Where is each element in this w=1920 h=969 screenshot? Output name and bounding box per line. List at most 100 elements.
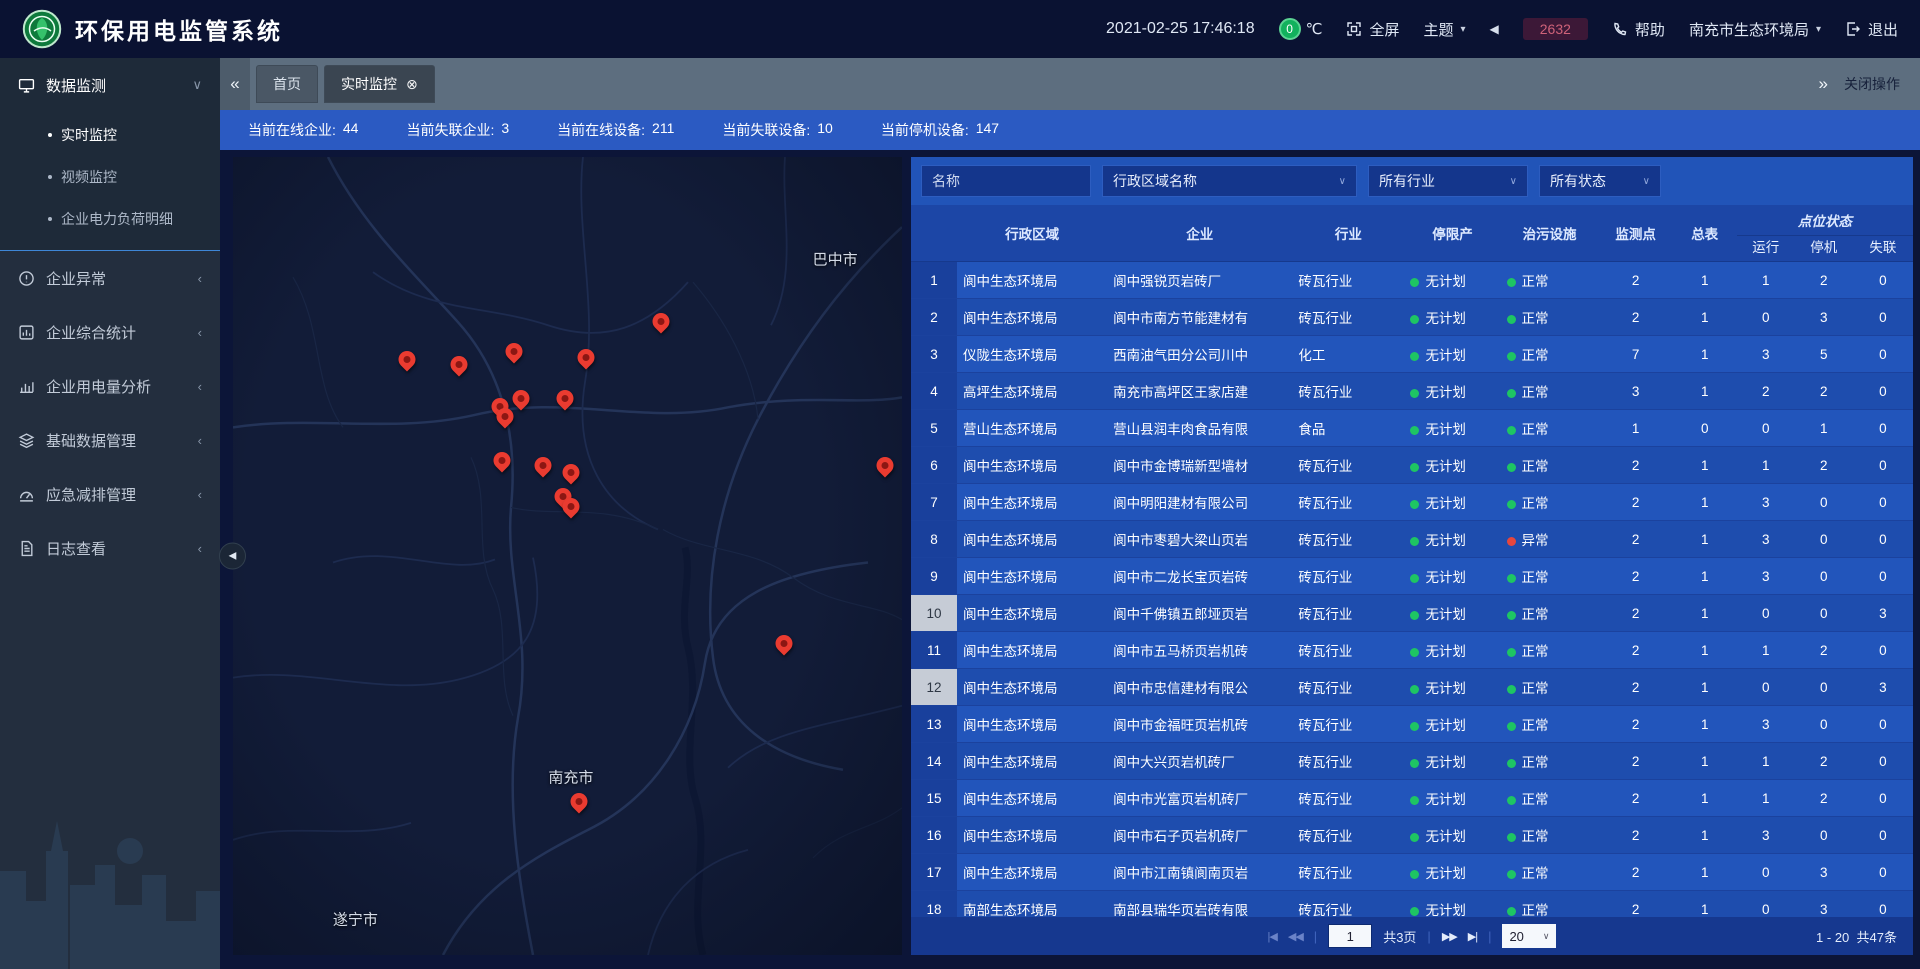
row-facility-status: 正常 [1501,262,1599,299]
row-lost: 0 [1853,558,1913,595]
region-select[interactable]: 行政区域名称∨ [1102,165,1357,197]
table-row[interactable]: 8阆中生态环境局阆中市枣碧大梁山页岩砖瓦行业无计划异常21300 [911,521,1913,558]
page-input[interactable] [1328,924,1372,948]
status-dot [1507,315,1516,324]
table-row[interactable]: 10阆中生态环境局阆中千佛镇五郎垭页岩砖瓦行业无计划正常21003 [911,595,1913,632]
row-industry: 砖瓦行业 [1292,706,1404,743]
fullscreen-button[interactable]: 全屏 [1346,19,1399,40]
enterprise-table: 行政区域企业行业停限产治污设施监测点总表点位状态运行停机失联1阆中生态环境局阆中… [911,205,1913,917]
status-dot [1410,426,1419,435]
row-region: 高坪生态环境局 [957,373,1107,410]
table-row[interactable]: 6阆中生态环境局阆中市金博瑞新型墙材砖瓦行业无计划正常21120 [911,447,1913,484]
logout-button[interactable]: 退出 [1845,19,1898,40]
tabs-scroll-left-button[interactable]: « [220,58,250,110]
first-page-button[interactable]: |◀ [1268,930,1277,943]
column-header[interactable]: 监测点 [1599,205,1673,262]
row-lost: 0 [1853,447,1913,484]
sidebar-subitem-realtime-monitor[interactable]: 实时监控 [0,114,220,156]
table-row[interactable]: 16阆中生态环境局阆中市石子页岩机砖厂砖瓦行业无计划正常21300 [911,817,1913,854]
map-collapse-button[interactable]: ◀ [219,543,246,570]
row-running: 0 [1737,891,1795,918]
sidebar-item-emergency-reduce[interactable]: 应急减排管理‹ [0,467,220,521]
chevron-down-icon: ∨ [192,77,202,93]
row-company: 阆中市金福旺页岩机砖 [1107,706,1292,743]
table-row[interactable]: 11阆中生态环境局阆中市五马桥页岩机砖砖瓦行业无计划正常21120 [911,632,1913,669]
stat-item: 当前失联企业:3 [406,120,509,140]
table-row[interactable]: 12阆中生态环境局阆中市忠信建材有限公砖瓦行业无计划正常21003 [911,669,1913,706]
column-header[interactable]: 行政区域 [957,205,1107,262]
table-row[interactable]: 14阆中生态环境局阆中大兴页岩机砖厂砖瓦行业无计划正常21120 [911,743,1913,780]
table-row[interactable]: 13阆中生态环境局阆中市金福旺页岩机砖砖瓦行业无计划正常21300 [911,706,1913,743]
sidebar-item-company-stats[interactable]: 企业综合统计‹ [0,305,220,359]
status-dot [1507,833,1516,842]
row-limit-status: 无计划 [1404,336,1500,373]
row-running: 3 [1737,558,1795,595]
table-row[interactable]: 9阆中生态环境局阆中市二龙长宝页岩砖砖瓦行业无计划正常21300 [911,558,1913,595]
table-row[interactable]: 17阆中生态环境局阆中市江南镇阆南页岩砖瓦行业无计划正常21030 [911,854,1913,891]
arrow-left-icon[interactable]: ◀ [1490,22,1499,36]
status-dot [1507,574,1516,583]
notification-count[interactable]: 2632 [1523,18,1588,40]
gauge-icon [18,486,35,503]
app-logo-icon [22,9,62,49]
chevron-down-icon: ∨ [1510,176,1517,187]
sidebar-item-log-view[interactable]: 日志查看‹ [0,521,220,575]
range-label: 1 - 20 [1816,930,1849,945]
column-header[interactable]: 治污设施 [1501,205,1599,262]
tabs-scroll-right-button[interactable]: » [1819,74,1828,94]
sidebar-item-power-analysis[interactable]: 企业用电量分析‹ [0,359,220,413]
row-limit-status: 无计划 [1404,373,1500,410]
row-meters: 1 [1673,706,1737,743]
page-size-select[interactable]: 20∨ [1502,924,1556,948]
column-header[interactable]: 停限产 [1404,205,1500,262]
sidebar-subitem-video-monitor[interactable]: 视频监控 [0,156,220,198]
sidebar-subitem-power-load-detail[interactable]: 企业电力负荷明细 [0,198,220,240]
prev-page-button[interactable]: ◀◀ [1288,930,1303,943]
column-header[interactable]: 行业 [1292,205,1404,262]
sidebar-item-base-data[interactable]: 基础数据管理‹ [0,413,220,467]
row-lost: 0 [1853,410,1913,447]
industry-select[interactable]: 所有行业∨ [1368,165,1528,197]
row-industry: 化工 [1292,336,1404,373]
status-dot [1507,352,1516,361]
table-row[interactable]: 5营山生态环境局营山县润丰肉食品有限食品无计划正常10010 [911,410,1913,447]
close-tab-icon[interactable]: ⊗ [406,76,418,93]
sidebar-subitem-label: 视频监控 [61,167,117,187]
table-row[interactable]: 18南部生态环境局南部县瑞华页岩砖有限砖瓦行业无计划正常21030 [911,891,1913,918]
close-operations-button[interactable]: 关闭操作 [1844,74,1900,94]
table-row[interactable]: 3仪陇生态环境局西南油气田分公司川中化工无计划正常71350 [911,336,1913,373]
tab-bar: « 首页 实时监控⊗ » 关闭操作 [220,58,1920,110]
row-stopped: 0 [1795,706,1853,743]
next-page-button[interactable]: ▶▶ [1442,930,1457,943]
row-meters: 1 [1673,891,1737,918]
column-header[interactable]: 企业 [1107,205,1292,262]
stat-label: 当前停机设备: [881,120,969,140]
table-row[interactable]: 1阆中生态环境局阆中强锐页岩砖厂砖瓦行业无计划正常21120 [911,262,1913,299]
last-page-button[interactable]: ▶| [1468,930,1477,943]
column-subheader[interactable]: 运行 [1737,236,1795,262]
table-row[interactable]: 7阆中生态环境局阆中明阳建材有限公司砖瓦行业无计划正常21300 [911,484,1913,521]
column-subheader[interactable]: 停机 [1795,236,1853,262]
status-dot [1410,574,1419,583]
help-button[interactable]: 帮助 [1612,19,1665,40]
row-points: 2 [1599,817,1673,854]
tab-realtime[interactable]: 实时监控⊗ [324,65,435,103]
column-header-index [911,205,957,262]
tab-home[interactable]: 首页 [256,65,318,103]
map-canvas[interactable]: 巴中市南充市遂宁市 [233,157,902,955]
column-header[interactable]: 总表 [1673,205,1737,262]
org-dropdown[interactable]: 南充市生态环境局▾ [1689,19,1821,40]
table-row[interactable]: 4高坪生态环境局南充市高坪区王家店建砖瓦行业无计划正常31220 [911,373,1913,410]
table-row[interactable]: 15阆中生态环境局阆中市光富页岩机砖厂砖瓦行业无计划正常21120 [911,780,1913,817]
theme-dropdown[interactable]: 主题▾ [1423,19,1465,40]
sidebar-item-company-abnormal[interactable]: 企业异常‹ [0,251,220,305]
row-facility-status: 正常 [1501,447,1599,484]
status-select[interactable]: 所有状态∨ [1539,165,1661,197]
row-stopped: 0 [1795,484,1853,521]
name-search-input[interactable] [921,165,1091,197]
table-row[interactable]: 2阆中生态环境局阆中市南方节能建材有砖瓦行业无计划正常21030 [911,299,1913,336]
sidebar-item-data-monitor[interactable]: 数据监测∨ [0,58,220,112]
row-limit-status: 无计划 [1404,447,1500,484]
tab-label: 首页 [273,74,301,94]
column-subheader[interactable]: 失联 [1853,236,1913,262]
